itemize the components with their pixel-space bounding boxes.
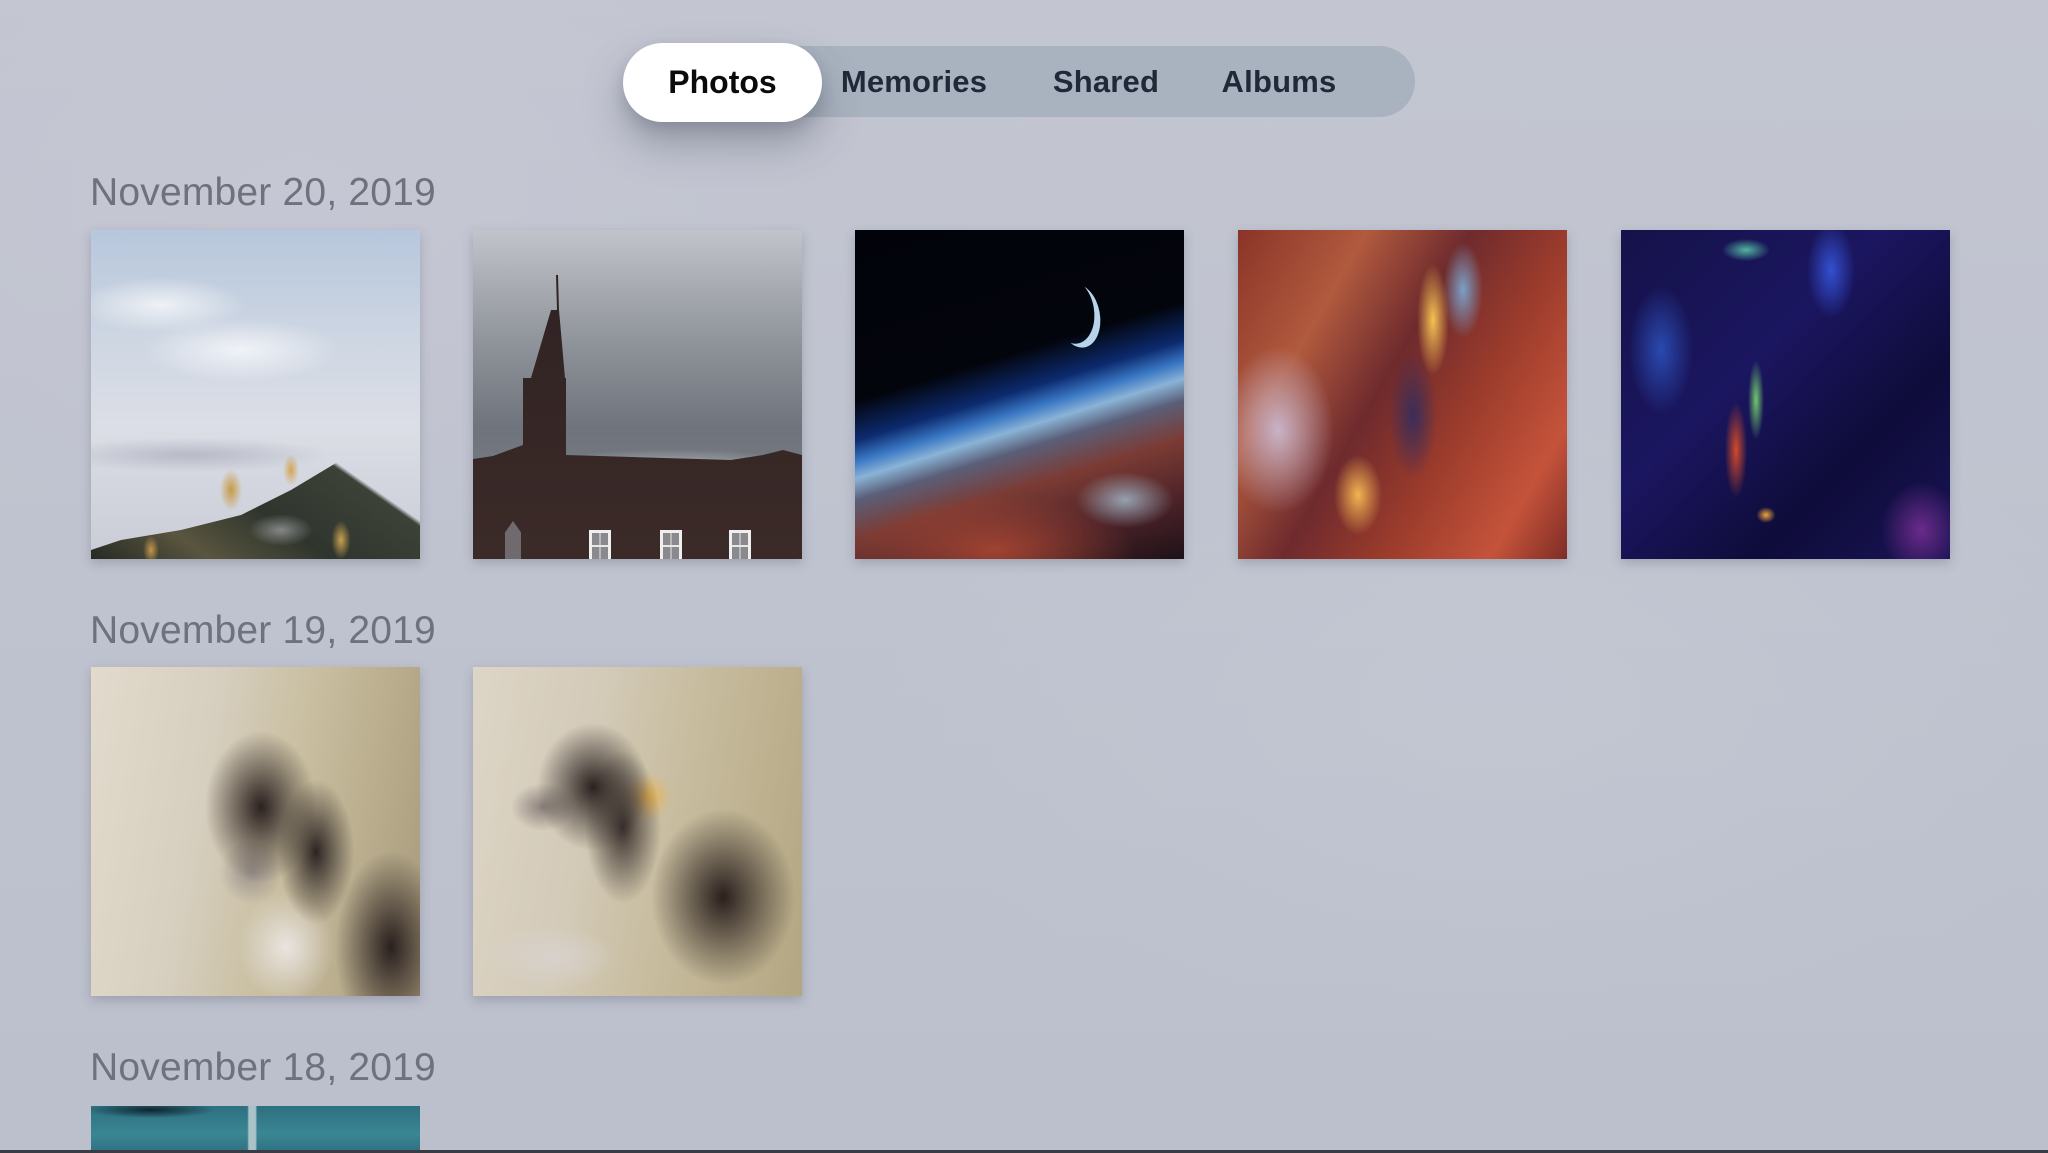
photo-detail-window <box>589 530 611 559</box>
photo-thumbnail-canyon[interactable] <box>1238 230 1567 559</box>
photo-thumbnail-space[interactable] <box>855 230 1184 559</box>
photo-thumbnail-fluid-art[interactable] <box>1621 230 1950 559</box>
photo-thumbnail-church[interactable] <box>473 230 802 559</box>
photo-thumbnail-teal-fabric[interactable] <box>91 1106 420 1153</box>
photo-thumbnail-dog-profile[interactable] <box>473 667 802 996</box>
section-date-heading: November 20, 2019 <box>90 171 436 214</box>
photo-detail-moon <box>1045 275 1100 348</box>
photo-detail-trees <box>91 230 420 559</box>
photo-thumbnail-mountain[interactable] <box>91 230 420 559</box>
tab-albums[interactable]: Albums <box>1215 46 1343 117</box>
photo-detail-church <box>473 275 802 559</box>
tab-memories[interactable]: Memories <box>835 46 993 117</box>
section-date-heading: November 18, 2019 <box>90 1046 436 1089</box>
tab-shared[interactable]: Shared <box>1041 46 1171 117</box>
photo-thumbnail-dog[interactable] <box>91 667 420 996</box>
photo-detail-window <box>660 530 682 559</box>
photo-detail-window <box>729 530 751 559</box>
tab-photos[interactable]: Photos <box>623 43 822 122</box>
section-date-heading: November 19, 2019 <box>90 609 436 652</box>
